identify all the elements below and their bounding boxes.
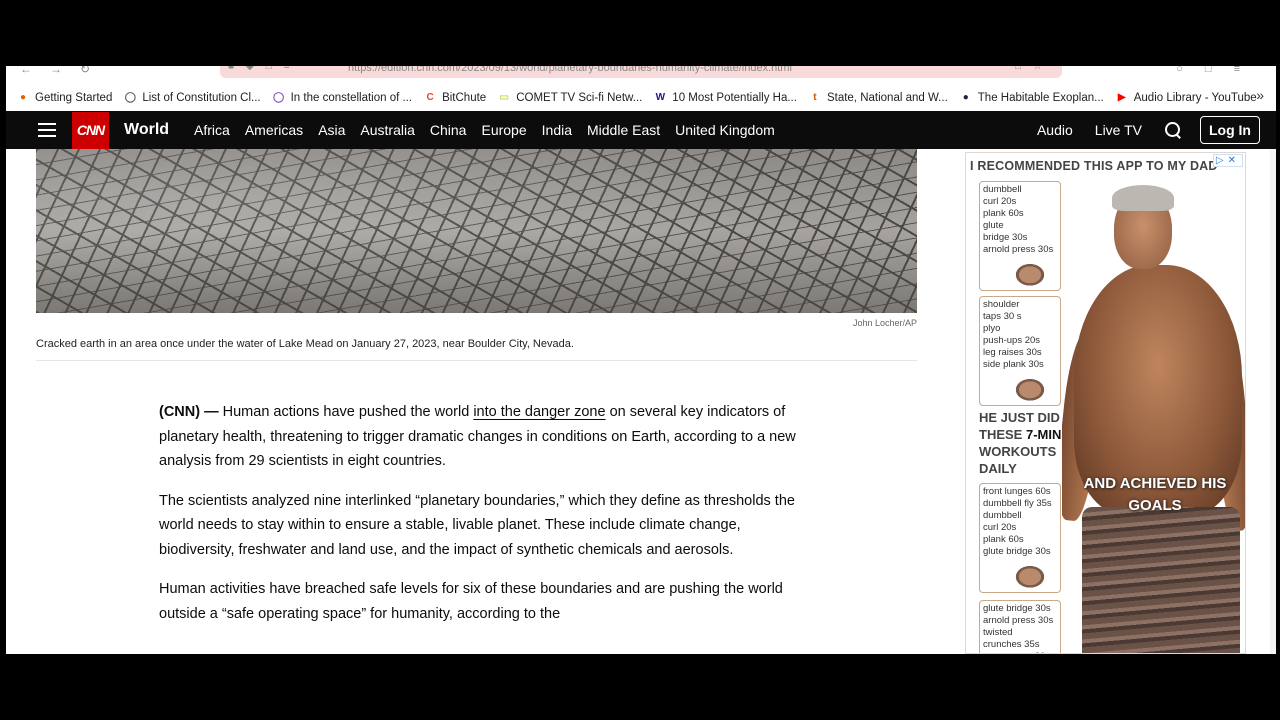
ad-subtext: HE JUST DID THESE 7-MIN WORKOUTS DAILY — [979, 410, 1062, 476]
w-icon: W — [655, 92, 666, 103]
paragraph-1: (CNN) — Human actions have pushed the wo… — [159, 404, 796, 469]
ad-headline: I RECOMMENDED THIS APP TO MY DAD — [970, 159, 1218, 173]
firefox-icon: ● — [19, 92, 27, 103]
danger-zone-link[interactable]: into the danger zone — [473, 404, 605, 420]
exercise-figure-icon — [1008, 560, 1052, 588]
site-header: CNN World Africa Americas Asia Australia Chi… — [6, 111, 1276, 149]
exercise-figure-icon — [1008, 258, 1052, 286]
bookmark-item[interactable]: ▭ COMET TV Sci-fi Netw... — [497, 91, 642, 105]
ad-workout-card: glute bridge 30s arnold press 30s twisted c… — [979, 600, 1061, 653]
window-buttons[interactable]: ○□≡ — [1176, 66, 1262, 75]
ad-workout-card: shoulder taps 30 s plyo push-ups 20s leg rai… — [979, 296, 1061, 406]
live-tv-link[interactable]: Live TV — [1095, 122, 1142, 138]
header-right: Audio Live TV Log In — [1037, 111, 1276, 149]
login-button[interactable]: Log In — [1200, 116, 1260, 144]
divider — [36, 360, 917, 361]
bookmark-star-icon[interactable]: □☆ — [1015, 66, 1054, 72]
url-bar-icons: ■◆□≡ — [228, 66, 302, 72]
bookmark-item[interactable]: t State, National and W... — [808, 91, 948, 105]
browser-window: ←→↻ ■◆□≡ https://edition.cnn.com/2023/09… — [6, 66, 1276, 654]
bookmark-item[interactable]: ▶ Audio Library - YouTube — [1115, 91, 1257, 105]
globe-icon: ◯ — [273, 92, 285, 103]
hamburger-menu-icon[interactable] — [38, 123, 56, 137]
paragraph-2: The scientists analyzed nine interlinked… — [159, 492, 795, 558]
ad-workout-card: front lunges 60s dumbbell fly 35s dumbbell… — [979, 483, 1061, 593]
byline: (CNN) — — [159, 404, 219, 420]
url-text[interactable]: https://edition.cnn.com/2023/09/13/world… — [348, 66, 792, 74]
planet-icon: ● — [962, 92, 969, 103]
bitchute-icon: C — [426, 92, 434, 103]
bookmarks-overflow-icon[interactable]: » — [1256, 87, 1264, 103]
article-body: (CNN) — Human actions have pushed the wo… — [159, 400, 799, 641]
globe-icon: ◯ — [124, 92, 136, 103]
hero-image — [36, 149, 917, 313]
photo-credit: John Locher/AP — [852, 318, 917, 328]
search-icon[interactable] — [1164, 121, 1182, 139]
nav-link[interactable]: Australia — [360, 122, 414, 138]
nav-link[interactable]: India — [542, 122, 572, 138]
bookmark-item[interactable]: ● The Habitable Exoplan... — [959, 91, 1104, 105]
bookmark-item[interactable]: C BitChute — [423, 91, 486, 105]
nav-link[interactable]: Europe — [481, 122, 526, 138]
youtube-icon: ▶ — [1117, 92, 1126, 103]
nav-link[interactable]: Asia — [318, 122, 345, 138]
nav-link[interactable]: United Kingdom — [675, 122, 775, 138]
ad-goal-text: AND ACHIEVED HIS GOALS — [1083, 475, 1227, 514]
bookmark-item[interactable]: W 10 Most Potentially Ha... — [653, 91, 797, 105]
address-bar-strip: ←→↻ ■◆□≡ https://edition.cnn.com/2023/09… — [6, 66, 1276, 80]
nav-link[interactable]: Middle East — [587, 122, 660, 138]
image-caption: Cracked earth in an area once under the … — [36, 338, 574, 350]
audio-link[interactable]: Audio — [1037, 122, 1073, 138]
nav-link[interactable]: Africa — [194, 122, 230, 138]
nav-buttons[interactable]: ←→↻ — [20, 66, 108, 76]
url-bar[interactable]: ■◆□≡ https://edition.cnn.com/2023/09/13/… — [220, 66, 1062, 78]
bookmark-item[interactable]: ◯ In the constellation of ... — [272, 91, 412, 105]
paragraph-3: Human activities have breached safe leve… — [159, 581, 783, 622]
folder-icon: ▭ — [499, 92, 509, 103]
nav-link[interactable]: Americas — [245, 122, 303, 138]
exercise-figure-icon — [1008, 373, 1052, 401]
section-title[interactable]: World — [124, 121, 169, 139]
ad-workout-card: dumbbell curl 20s plank 60s glute bridge 30s… — [979, 181, 1061, 291]
bookmarks-bar: ● Getting Started ◯ List of Constitution Cl… — [6, 85, 1276, 110]
scrollbar[interactable] — [1270, 149, 1276, 654]
ad-close-icon[interactable]: ▷✕ — [1212, 154, 1243, 167]
advertisement[interactable]: I RECOMMENDED THIS APP TO MY DAD ▷✕ dumb… — [965, 152, 1246, 654]
cnn-logo[interactable]: CNN — [72, 111, 109, 149]
nav-link[interactable]: China — [430, 122, 467, 138]
ad-model-image — [1062, 181, 1245, 653]
t-icon: t — [813, 92, 817, 103]
bookmark-item[interactable]: ● Getting Started — [16, 91, 112, 105]
bookmark-item[interactable]: ◯ List of Constitution Cl... — [123, 91, 261, 105]
section-nav: Africa Americas Asia Australia China Europe In… — [179, 122, 775, 138]
